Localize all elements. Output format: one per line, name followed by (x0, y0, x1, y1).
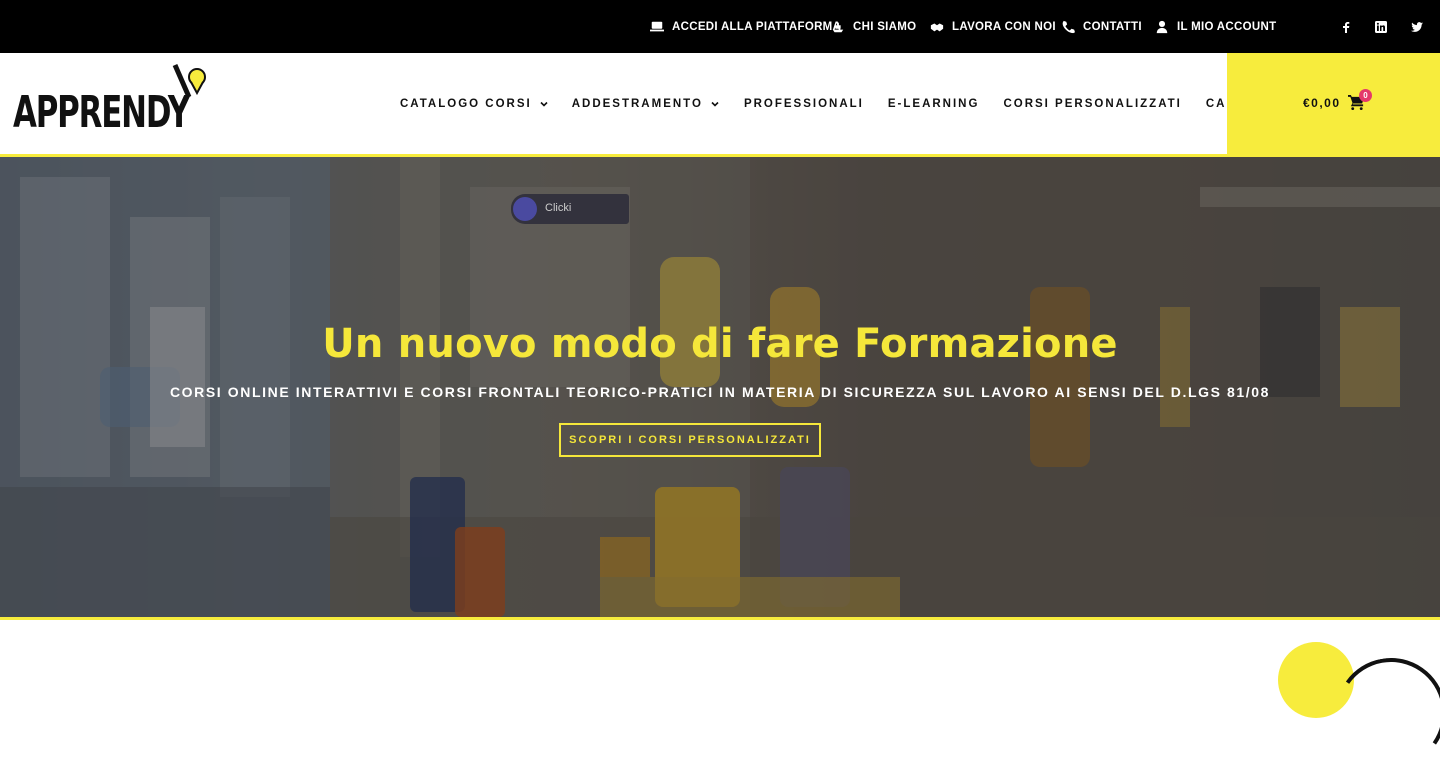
discover-custom-courses-button[interactable]: SCOPRI I CORSI PERSONALIZZATI (559, 423, 821, 457)
top-links-2: CHI SIAMO (831, 0, 916, 53)
top-link-account[interactable]: IL MIO ACCOUNT (1155, 20, 1276, 34)
laptop-icon (650, 21, 664, 31)
top-links-5: IL MIO ACCOUNT (1155, 0, 1276, 53)
handshake-icon (930, 23, 944, 31)
nav-label: PROFESSIONALI (743, 97, 864, 110)
top-link-contatti[interactable]: CONTATTI (1061, 20, 1142, 34)
nav-professionali[interactable]: PROFESSIONALI (744, 98, 864, 110)
nav-addestramento[interactable]: ADDESTRAMENTO (572, 98, 719, 110)
logo-text: APPRENDY (13, 87, 190, 138)
social-facebook[interactable] (1340, 0, 1352, 53)
social-twitter[interactable] (1411, 0, 1423, 53)
cart-count-badge: 0 (1359, 89, 1372, 102)
top-links: ACCEDI ALLA PIATTAFORMA (650, 0, 841, 53)
chevron-down-icon (540, 101, 548, 107)
hero-title: Un nuovo modo di fare Formazione (322, 321, 1118, 367)
top-link-label: IL MIO ACCOUNT (1177, 20, 1277, 33)
facebook-icon[interactable] (1340, 21, 1352, 33)
nav-label: ADDESTRAMENTO (571, 97, 703, 110)
nav-label: CATALOGO CORSI (400, 97, 532, 110)
top-link-platform[interactable]: ACCEDI ALLA PIATTAFORMA (650, 20, 841, 34)
top-links-4: CONTATTI (1061, 0, 1142, 53)
top-link-label: CHI SIAMO (853, 20, 917, 33)
top-link-label: LAVORA CON NOI (952, 20, 1056, 33)
top-link-lavora[interactable]: LAVORA CON NOI (930, 20, 1056, 34)
nav-label: E-LEARNING (887, 97, 980, 110)
nav-corsi-personalizzati[interactable]: CORSI PERSONALIZZATI (1003, 98, 1181, 110)
nav-e-learning[interactable]: E-LEARNING (888, 98, 980, 110)
tooltip-text: Clicki (545, 202, 572, 214)
hero-section: Clicki Un nuovo modo di fare Formazione … (0, 154, 1440, 620)
top-link-label: CONTATTI (1083, 20, 1142, 33)
cart-amount: €0,00 (1303, 96, 1341, 110)
user-icon (1156, 20, 1168, 33)
ship-icon (832, 22, 844, 32)
nav-label: CORSI PERSONALIZZATI (1003, 97, 1182, 110)
top-links-3: LAVORA CON NOI (930, 0, 1056, 53)
top-link-chi-siamo[interactable]: CHI SIAMO (831, 20, 916, 34)
linkedin-icon[interactable] (1375, 20, 1387, 33)
twitter-icon[interactable] (1411, 21, 1423, 33)
cart-button[interactable]: €0,00 0 (1227, 53, 1440, 155)
phone-icon (1062, 20, 1075, 33)
top-bar: ACCEDI ALLA PIATTAFORMA CHI SIAMO LAVORA… (0, 0, 1440, 53)
nav-catalogo-corsi[interactable]: CATALOGO CORSI (400, 98, 548, 110)
hand-pointer-icon (513, 197, 537, 221)
social-linkedin[interactable] (1375, 0, 1387, 53)
video-tooltip: Clicki (511, 194, 629, 224)
main-nav: CATALOGO CORSI ADDESTRAMENTO PROFESSIONA… (400, 53, 1303, 154)
top-link-label: ACCEDI ALLA PIATTAFORMA (672, 20, 842, 33)
main-header: APPRENDY CATALOGO CORSI ADDESTRAMENTO PR… (0, 53, 1440, 154)
logo[interactable]: APPRENDY (13, 63, 213, 138)
chevron-down-icon (711, 101, 719, 107)
hero-subtitle: CORSI ONLINE INTERATTIVI E CORSI FRONTAL… (169, 384, 1271, 400)
